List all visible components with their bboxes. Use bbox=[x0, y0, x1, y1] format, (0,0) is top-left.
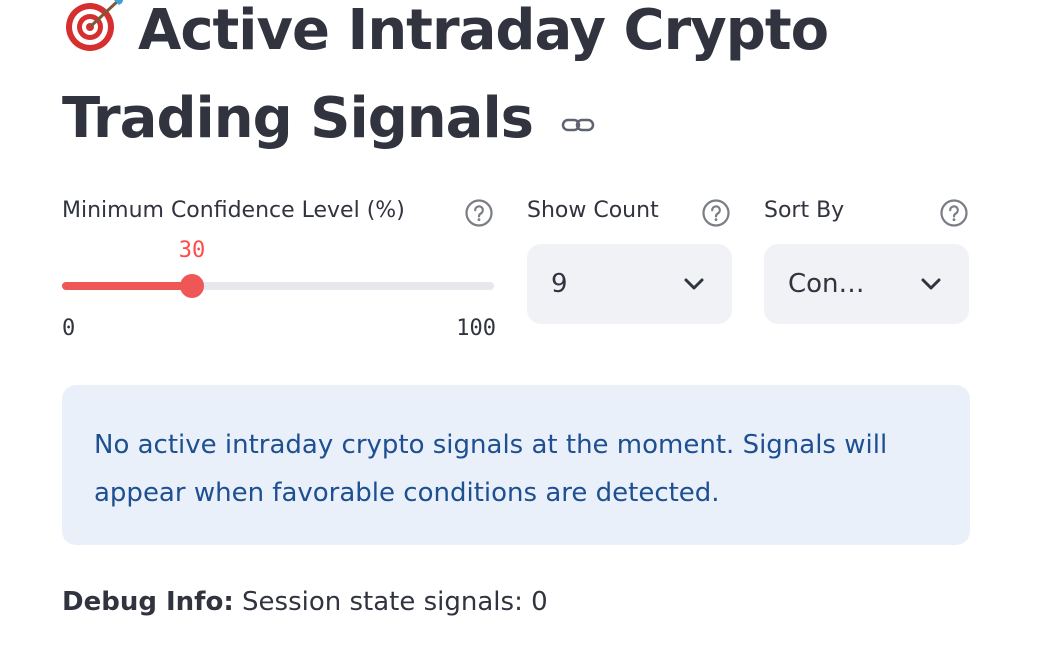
sort-by-value: Con… bbox=[788, 269, 865, 299]
show-count-select[interactable]: 9 bbox=[527, 244, 732, 324]
slider-current-value: 30 bbox=[178, 238, 206, 263]
help-icon[interactable] bbox=[939, 198, 969, 228]
chevron-down-icon bbox=[919, 274, 943, 294]
slider-thumb[interactable] bbox=[179, 274, 204, 298]
chevron-down-icon bbox=[682, 274, 706, 294]
dart-target-icon bbox=[62, 0, 128, 52]
debug-text: Session state signals: 0 bbox=[233, 587, 548, 617]
info-alert-text: No active intraday crypto signals at the… bbox=[94, 430, 888, 508]
debug-label: Debug Info: bbox=[62, 587, 234, 617]
sort-by-label: Sort By bbox=[764, 198, 845, 223]
info-alert: No active intraday crypto signals at the… bbox=[62, 385, 970, 545]
slider-fill bbox=[62, 282, 192, 290]
link-icon[interactable] bbox=[561, 74, 595, 132]
slider-max-label: 100 bbox=[456, 316, 496, 341]
help-icon[interactable] bbox=[464, 198, 494, 228]
title-line-1: Active Intraday Crypto bbox=[138, 0, 829, 63]
show-count-value: 9 bbox=[551, 269, 568, 299]
sort-by-select[interactable]: Con… bbox=[764, 244, 969, 324]
help-icon[interactable] bbox=[701, 198, 731, 228]
title-line-2: Trading Signals bbox=[62, 86, 534, 151]
page: Active Intraday Crypto Trading Signals M… bbox=[0, 0, 1056, 664]
debug-info: Debug Info: Session state signals: 0 bbox=[62, 582, 548, 622]
slider-min-label: 0 bbox=[62, 316, 76, 341]
show-count-label: Show Count bbox=[527, 198, 659, 223]
page-title: Active Intraday Crypto Trading Signals bbox=[62, 0, 962, 162]
confidence-label: Minimum Confidence Level (%) bbox=[62, 198, 405, 223]
confidence-slider[interactable] bbox=[62, 274, 494, 298]
